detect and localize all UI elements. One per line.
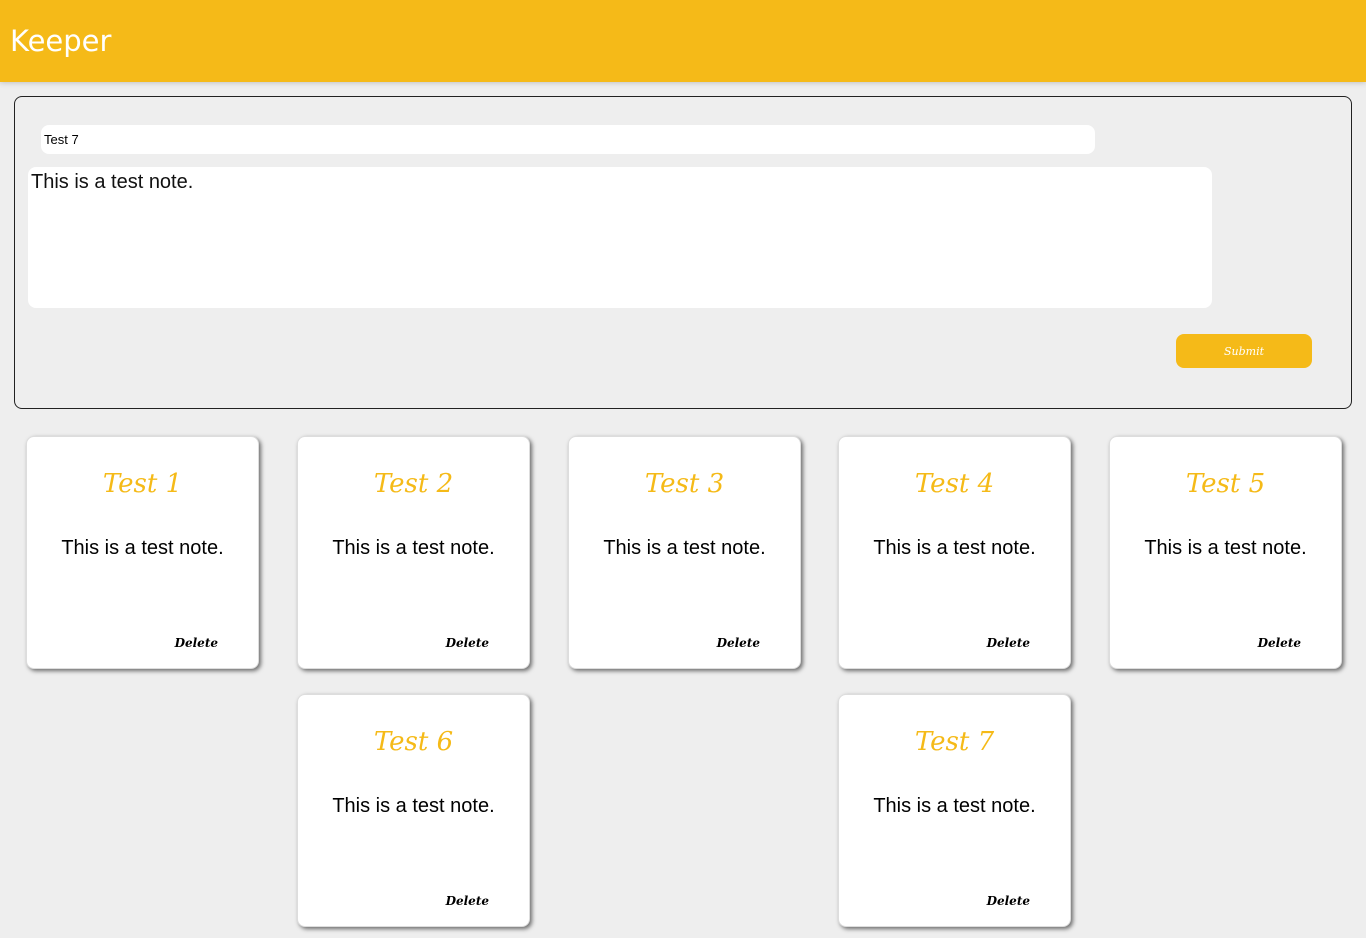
delete-button[interactable]: Delete xyxy=(446,894,489,908)
app-header: Keeper xyxy=(0,0,1366,82)
note-card: Test 3 This is a test note. Delete xyxy=(568,436,801,669)
note-title: Test 3 xyxy=(644,469,725,499)
delete-button[interactable]: Delete xyxy=(175,636,218,650)
submit-button[interactable]: Submit xyxy=(1176,334,1312,368)
note-title: Test 1 xyxy=(102,469,183,499)
note-title: Test 6 xyxy=(373,727,454,757)
note-content: This is a test note. xyxy=(332,537,495,559)
note-card: Test 2 This is a test note. Delete xyxy=(297,436,530,669)
note-card: Test 7 This is a test note. Delete xyxy=(838,694,1071,927)
note-content: This is a test note. xyxy=(1144,537,1307,559)
note-title: Test 5 xyxy=(1185,469,1266,499)
note-content: This is a test note. xyxy=(603,537,766,559)
note-card: Test 5 This is a test note. Delete xyxy=(1109,436,1342,669)
note-content: This is a test note. xyxy=(873,537,1036,559)
delete-button[interactable]: Delete xyxy=(717,636,760,650)
note-card: Test 6 This is a test note. Delete xyxy=(297,694,530,927)
delete-button[interactable]: Delete xyxy=(446,636,489,650)
note-title: Test 4 xyxy=(914,469,995,499)
note-content: This is a test note. xyxy=(332,795,495,817)
note-title: Test 2 xyxy=(373,469,454,499)
delete-button[interactable]: Delete xyxy=(987,894,1030,908)
note-card: Test 1 This is a test note. Delete xyxy=(26,436,259,669)
delete-button[interactable]: Delete xyxy=(1258,636,1301,650)
create-note-form: This is a test note. Submit xyxy=(14,96,1352,409)
note-title-input[interactable] xyxy=(41,125,1095,154)
note-content: This is a test note. xyxy=(61,537,224,559)
note-card: Test 4 This is a test note. Delete xyxy=(838,436,1071,669)
note-content: This is a test note. xyxy=(873,795,1036,817)
note-title: Test 7 xyxy=(914,727,995,757)
note-content-input[interactable]: This is a test note. xyxy=(28,167,1212,308)
brand-logo: Keeper xyxy=(10,24,112,58)
delete-button[interactable]: Delete xyxy=(987,636,1030,650)
